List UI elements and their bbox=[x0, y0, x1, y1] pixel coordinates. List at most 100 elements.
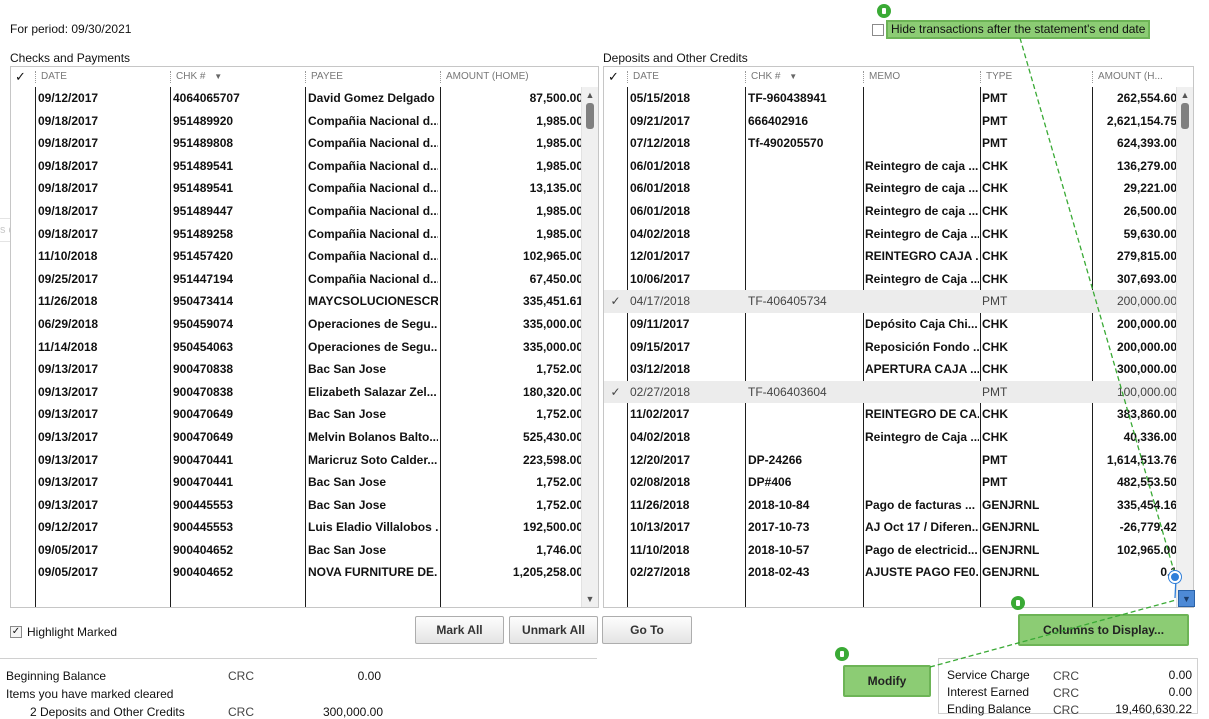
cleared-check-cell[interactable] bbox=[604, 561, 627, 584]
col-type-header[interactable]: TYPE bbox=[981, 67, 1012, 87]
cleared-check-cell[interactable] bbox=[604, 223, 627, 246]
table-row[interactable]: 09/11/2017 Depósito Caja Chi... CHK 200,000… bbox=[604, 313, 1177, 336]
table-row[interactable]: 09/13/2017 900470649 Bac San Jose 1,752.00 bbox=[11, 403, 583, 426]
cleared-check-cell[interactable] bbox=[11, 539, 35, 562]
col-check-header[interactable]: ✓ bbox=[604, 67, 619, 87]
go-to-button[interactable]: Go To bbox=[602, 616, 692, 644]
cleared-check-cell[interactable] bbox=[11, 494, 35, 517]
table-row[interactable]: 02/27/2018 2018-02-43 AJUSTE PAGO FE0... GE… bbox=[604, 561, 1177, 584]
table-row[interactable]: 09/21/2017 666402916 PMT 2,621,154.75 bbox=[604, 110, 1177, 133]
cleared-check-cell[interactable] bbox=[604, 471, 627, 494]
cleared-check-cell[interactable] bbox=[11, 223, 35, 246]
cleared-check-cell[interactable] bbox=[11, 561, 35, 584]
hide-transactions-option[interactable]: Hide transactions after the statement's … bbox=[872, 20, 1151, 39]
scroll-thumb[interactable] bbox=[1181, 103, 1189, 129]
table-row[interactable]: 09/18/2017 951489258 Compañia Nacional d..… bbox=[11, 223, 583, 246]
table-row[interactable]: 09/13/2017 900445553 Bac San Jose 1,752.00 bbox=[11, 494, 583, 517]
mark-all-button[interactable]: Mark All bbox=[415, 616, 504, 644]
col-amount-header[interactable]: AMOUNT (HOME) bbox=[441, 67, 529, 87]
scroll-thumb[interactable] bbox=[586, 103, 594, 129]
scroll-up-icon[interactable]: ▲ bbox=[1177, 87, 1193, 103]
cleared-check-cell[interactable] bbox=[604, 268, 627, 291]
table-row[interactable]: 04/02/2018 Reintegro de Caja ... CHK 59,630… bbox=[604, 223, 1177, 246]
table-row[interactable]: 09/13/2017 900470441 Maricruz Soto Calder.… bbox=[11, 449, 583, 472]
table-row[interactable]: 06/29/2018 950459074 Operaciones de Segu..… bbox=[11, 313, 583, 336]
table-row[interactable]: 06/01/2018 Reintegro de caja ... CHK 26,500… bbox=[604, 200, 1177, 223]
cleared-check-cell[interactable] bbox=[604, 539, 627, 562]
columns-to-display-button[interactable]: Columns to Display... bbox=[1018, 614, 1189, 646]
cleared-check-cell[interactable] bbox=[11, 449, 35, 472]
cleared-check-cell[interactable] bbox=[604, 200, 627, 223]
table-row[interactable]: 11/26/2018 950473414 MAYCSOLUCIONESCR... 33… bbox=[11, 290, 583, 313]
cleared-check-cell[interactable] bbox=[11, 132, 35, 155]
table-row[interactable]: 05/15/2018 TF-960438941 PMT 262,554.60 bbox=[604, 87, 1177, 110]
table-row[interactable]: 06/01/2018 Reintegro de caja ... CHK 136,27… bbox=[604, 155, 1177, 178]
col-chk-header[interactable]: CHK # ▼ bbox=[171, 67, 222, 87]
cleared-check-cell[interactable] bbox=[11, 245, 35, 268]
checks-payments-table[interactable]: ✓ DATE CHK # ▼ PAYEE AMOUNT (HOME) 09/12… bbox=[10, 66, 599, 608]
cleared-check-cell[interactable] bbox=[604, 426, 627, 449]
table-row[interactable]: 09/18/2017 951489541 Compañia Nacional d..… bbox=[11, 155, 583, 178]
highlight-marked-option[interactable]: ✓ Highlight Marked bbox=[10, 625, 117, 639]
table-row[interactable]: 09/05/2017 900404652 NOVA FURNITURE DE... 1… bbox=[11, 561, 583, 584]
table-row[interactable]: 10/06/2017 Reintegro de Caja ... CHK 307,69… bbox=[604, 268, 1177, 291]
cleared-check-cell[interactable] bbox=[11, 516, 35, 539]
cleared-check-cell[interactable] bbox=[11, 358, 35, 381]
table-row[interactable]: 12/01/2017 REINTEGRO CAJA ... CHK 279,815.0… bbox=[604, 245, 1177, 268]
table-row[interactable]: 11/10/2018 951457420 Compañia Nacional d..… bbox=[11, 245, 583, 268]
table-row[interactable]: 11/26/2018 2018-10-84 Pago de facturas ...… bbox=[604, 494, 1177, 517]
hide-transactions-checkbox[interactable] bbox=[872, 23, 884, 36]
table-row[interactable]: 11/14/2018 950454063 Operaciones de Segu..… bbox=[11, 336, 583, 359]
table-row[interactable]: 09/13/2017 900470649 Melvin Bolanos Balto.… bbox=[11, 426, 583, 449]
cleared-check-cell[interactable] bbox=[604, 516, 627, 539]
table-row[interactable]: 11/10/2018 2018-10-57 Pago de electricid..… bbox=[604, 539, 1177, 562]
cleared-check-cell[interactable] bbox=[11, 268, 35, 291]
cleared-check-cell[interactable] bbox=[604, 494, 627, 517]
table-row[interactable]: 10/13/2017 2017-10-73 AJ Oct 17 / Diferen.… bbox=[604, 516, 1177, 539]
cleared-check-cell[interactable]: ✓ bbox=[604, 290, 627, 313]
unmark-all-button[interactable]: Unmark All bbox=[509, 616, 598, 644]
table-row[interactable]: 09/13/2017 900470838 Elizabeth Salazar Zel… bbox=[11, 381, 583, 404]
cleared-check-cell[interactable] bbox=[11, 177, 35, 200]
table-row[interactable]: 09/15/2017 Reposición Fondo ... CHK 200,000… bbox=[604, 336, 1177, 359]
cleared-check-cell[interactable]: ✓ bbox=[604, 381, 627, 404]
table-row[interactable]: ✓ 04/17/2018 TF-406405734 PMT 200,000.00 bbox=[604, 290, 1177, 313]
table-row[interactable]: 02/08/2018 DP#406 PMT 482,553.50 bbox=[604, 471, 1177, 494]
scroll-up-icon[interactable]: ▲ bbox=[582, 87, 598, 103]
table-row[interactable]: 09/13/2017 900470838 Bac San Jose 1,752.00 bbox=[11, 358, 583, 381]
cleared-check-cell[interactable] bbox=[604, 358, 627, 381]
cleared-check-cell[interactable] bbox=[11, 200, 35, 223]
highlight-marked-label[interactable]: Highlight Marked bbox=[27, 625, 117, 639]
table-row[interactable]: ✓ 02/27/2018 TF-406403604 PMT 100,000.00 bbox=[604, 380, 1177, 404]
cleared-check-cell[interactable] bbox=[604, 132, 627, 155]
modify-button[interactable]: Modify bbox=[843, 665, 931, 697]
col-amount-header[interactable]: AMOUNT (H... bbox=[1093, 67, 1163, 87]
table-row[interactable]: 09/05/2017 900404652 Bac San Jose 1,746.00 bbox=[11, 539, 583, 562]
hide-transactions-label[interactable]: Hide transactions after the statement's … bbox=[886, 20, 1151, 39]
cleared-check-cell[interactable] bbox=[11, 155, 35, 178]
table-row[interactable]: 09/12/2017 4064065707 David Gomez Delgado 8… bbox=[11, 87, 583, 110]
cleared-check-cell[interactable] bbox=[11, 426, 35, 449]
table-row[interactable]: 11/02/2017 REINTEGRO DE CA... CHK 383,860.0… bbox=[604, 403, 1177, 426]
scroll-down-icon[interactable]: ▼ bbox=[1178, 590, 1195, 607]
cleared-check-cell[interactable] bbox=[604, 313, 627, 336]
cleared-check-cell[interactable] bbox=[11, 336, 35, 359]
cleared-check-cell[interactable] bbox=[11, 381, 35, 404]
cleared-check-cell[interactable] bbox=[11, 87, 35, 110]
scroll-down-icon[interactable]: ▼ bbox=[582, 591, 598, 607]
table-row[interactable]: 12/20/2017 DP-24266 PMT 1,614,513.76 bbox=[604, 449, 1177, 472]
cleared-check-cell[interactable] bbox=[11, 471, 35, 494]
table-row[interactable]: 09/13/2017 900470441 Bac San Jose 1,752.00 bbox=[11, 471, 583, 494]
cleared-check-cell[interactable] bbox=[604, 110, 627, 133]
table-row[interactable]: 09/18/2017 951489920 Compañia Nacional d..… bbox=[11, 110, 583, 133]
table-row[interactable]: 09/18/2017 951489447 Compañia Nacional d..… bbox=[11, 200, 583, 223]
table-row[interactable]: 09/18/2017 951489541 Compañia Nacional d..… bbox=[11, 177, 583, 200]
table-row[interactable]: 09/18/2017 951489808 Compañia Nacional d..… bbox=[11, 132, 583, 155]
col-check-header[interactable]: ✓ bbox=[11, 67, 26, 87]
cleared-check-cell[interactable] bbox=[11, 403, 35, 426]
table-row[interactable]: 03/12/2018 APERTURA CAJA ... CHK 300,000.00 bbox=[604, 358, 1177, 381]
table-row[interactable]: 06/01/2018 Reintegro de caja ... CHK 29,221… bbox=[604, 177, 1177, 200]
col-date-header[interactable]: DATE bbox=[628, 67, 659, 87]
cleared-check-cell[interactable] bbox=[604, 336, 627, 359]
table-row[interactable]: 04/02/2018 Reintegro de Caja ... CHK 40,336… bbox=[604, 426, 1177, 449]
